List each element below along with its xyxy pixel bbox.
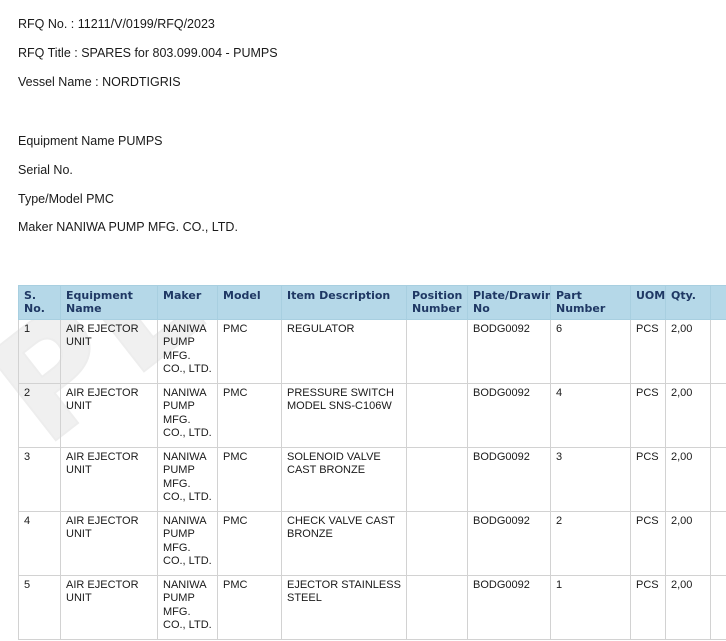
cell-equipment-name: AIR EJECTOR UNIT	[60, 446, 158, 512]
cell-uom: PCS	[630, 446, 666, 512]
cell-extra	[710, 510, 726, 576]
column-header-sno: S. No.	[18, 285, 61, 320]
rfq-number-line: RFQ No. : 11211/V/0199/RFQ/2023	[18, 17, 215, 31]
cell-plate-drawing-no: BODG0092	[467, 510, 551, 576]
cell-position-number	[406, 446, 468, 512]
cell-sno: 2	[18, 382, 61, 448]
cell-maker: NANIWA PUMP MFG. CO., LTD.	[157, 446, 218, 512]
type-model-line: Type/Model PMC	[18, 191, 114, 206]
column-header-part-number: Part Number	[550, 285, 631, 320]
maker-line: Maker NANIWA PUMP MFG. CO., LTD.	[18, 220, 238, 235]
cell-item-description: CHECK VALVE CAST BRONZE	[281, 510, 407, 576]
cell-equipment-name: AIR EJECTOR UNIT	[60, 382, 158, 448]
cell-plate-drawing-no: BODG0092	[467, 318, 551, 384]
cell-position-number	[406, 510, 468, 576]
cell-item-description: PRESSURE SWITCH MODEL SNS-C106W	[281, 382, 407, 448]
cell-qty: 2,00	[665, 318, 711, 384]
cell-model: PMC	[217, 574, 282, 640]
column-header-plate-drawing-no: Plate/Drawing No	[467, 285, 551, 320]
cell-item-description: EJECTOR STAINLESS STEEL	[281, 574, 407, 640]
cell-qty: 2,00	[665, 510, 711, 576]
cell-item-description: SOLENOID VALVE CAST BRONZE	[281, 446, 407, 512]
column-header-maker: Maker	[157, 285, 218, 320]
cell-uom: PCS	[630, 318, 666, 384]
items-table: S. No. Equipment Name Maker Model Item D…	[18, 285, 726, 640]
cell-model: PMC	[217, 318, 282, 384]
cell-equipment-name: AIR EJECTOR UNIT	[60, 318, 158, 384]
cell-qty: 2,00	[665, 446, 711, 512]
vessel-name-line: Vessel Name : NORDTIGRIS	[18, 74, 181, 89]
table-row: 4 AIR EJECTOR UNIT NANIWA PUMP MFG. CO.,…	[18, 510, 726, 576]
cell-equipment-name: AIR EJECTOR UNIT	[60, 574, 158, 640]
rfq-header-block: RFQ No. : 11211/V/0199/RFQ/2023 RFQ Titl…	[18, 18, 708, 104]
column-header-item-description: Item Description	[281, 285, 407, 320]
cell-uom: PCS	[630, 382, 666, 448]
cell-position-number	[406, 382, 468, 448]
items-table-container: S. No. Equipment Name Maker Model Item D…	[18, 285, 726, 640]
rfq-title-line: RFQ Title : SPARES for 803.099.004 - PUM…	[18, 45, 278, 60]
cell-maker: NANIWA PUMP MFG. CO., LTD.	[157, 382, 218, 448]
cell-position-number	[406, 318, 468, 384]
cell-extra	[710, 446, 726, 512]
cell-maker: NANIWA PUMP MFG. CO., LTD.	[157, 510, 218, 576]
cell-extra	[710, 318, 726, 384]
cell-part-number: 6	[550, 318, 631, 384]
cell-maker: NANIWA PUMP MFG. CO., LTD.	[157, 574, 218, 640]
cell-plate-drawing-no: BODG0092	[467, 382, 551, 448]
cell-sno: 4	[18, 510, 61, 576]
table-row: 1 AIR EJECTOR UNIT NANIWA PUMP MFG. CO.,…	[18, 318, 726, 384]
cell-sno: 1	[18, 318, 61, 384]
cell-part-number: 3	[550, 446, 631, 512]
cell-model: PMC	[217, 382, 282, 448]
cell-model: PMC	[217, 510, 282, 576]
cell-extra	[710, 382, 726, 448]
serial-no-line: Serial No.	[18, 162, 73, 177]
cell-qty: 2,00	[665, 574, 711, 640]
table-row: 5 AIR EJECTOR UNIT NANIWA PUMP MFG. CO.,…	[18, 574, 726, 640]
cell-plate-drawing-no: BODG0092	[467, 446, 551, 512]
cell-uom: PCS	[630, 510, 666, 576]
column-header-uom: UOM	[630, 285, 666, 320]
column-header-position-number: Position Number	[406, 285, 468, 320]
equipment-name-line: Equipment Name PUMPS	[18, 134, 163, 148]
cell-equipment-name: AIR EJECTOR UNIT	[60, 510, 158, 576]
cell-maker: NANIWA PUMP MFG. CO., LTD.	[157, 318, 218, 384]
cell-sno: 3	[18, 446, 61, 512]
cell-item-description: REGULATOR	[281, 318, 407, 384]
column-header-equipment-name: Equipment Name	[60, 285, 158, 320]
cell-extra	[710, 574, 726, 640]
cell-part-number: 1	[550, 574, 631, 640]
cell-part-number: 2	[550, 510, 631, 576]
cell-plate-drawing-no: BODG0092	[467, 574, 551, 640]
column-header-model: Model	[217, 285, 282, 320]
table-header-row: S. No. Equipment Name Maker Model Item D…	[18, 285, 726, 320]
cell-qty: 2,00	[665, 382, 711, 448]
table-body: 1 AIR EJECTOR UNIT NANIWA PUMP MFG. CO.,…	[18, 318, 726, 640]
column-header-qty: Qty.	[665, 285, 711, 320]
cell-uom: PCS	[630, 574, 666, 640]
equipment-details-block: Equipment Name PUMPS Serial No. Type/Mod…	[18, 135, 708, 250]
table-row: 2 AIR EJECTOR UNIT NANIWA PUMP MFG. CO.,…	[18, 382, 726, 448]
cell-part-number: 4	[550, 382, 631, 448]
cell-sno: 5	[18, 574, 61, 640]
cell-model: PMC	[217, 446, 282, 512]
cell-position-number	[406, 574, 468, 640]
table-row: 3 AIR EJECTOR UNIT NANIWA PUMP MFG. CO.,…	[18, 446, 726, 512]
column-header-extra	[710, 285, 726, 320]
